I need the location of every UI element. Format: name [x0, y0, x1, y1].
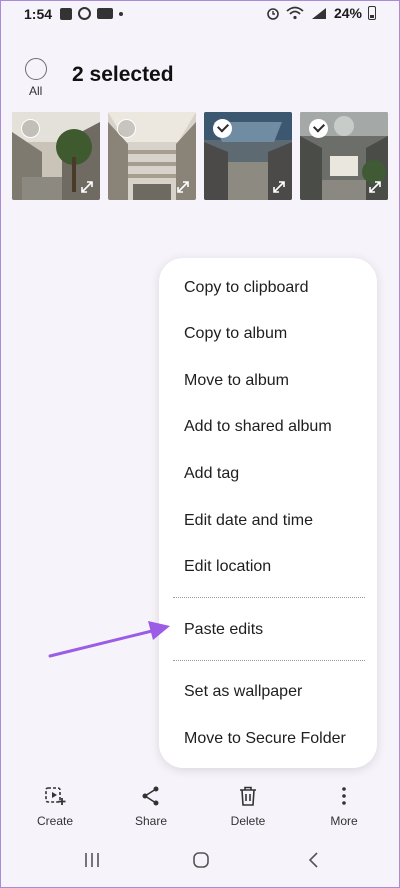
expand-icon[interactable] — [176, 180, 190, 194]
battery-icon — [368, 6, 376, 20]
share-icon — [142, 786, 159, 806]
more-notifications-icon — [119, 11, 123, 16]
menu-item-edit-date-and-time[interactable]: Edit date and time — [184, 512, 313, 530]
menu-item-copy-to-album[interactable]: Copy to album — [184, 325, 287, 343]
back-icon[interactable] — [304, 850, 324, 870]
menu-divider — [173, 660, 365, 661]
delete-button[interactable]: Delete — [213, 784, 283, 828]
trash-icon — [240, 786, 256, 806]
paytm-notification-icon — [97, 8, 113, 19]
menu-item-set-as-wallpaper[interactable]: Set as wallpaper — [184, 683, 302, 701]
menu-item-move-to-album[interactable]: Move to album — [184, 372, 289, 390]
expand-icon[interactable] — [80, 180, 94, 194]
expand-icon[interactable] — [272, 180, 286, 194]
create-icon — [45, 787, 66, 805]
home-icon[interactable] — [191, 850, 211, 870]
status-bar: 1:54 24% — [0, 0, 400, 30]
battery-percent: 24% — [333, 5, 362, 21]
photo-select-checkbox[interactable] — [21, 119, 40, 138]
menu-item-add-to-shared-album[interactable]: Add to shared album — [184, 418, 332, 436]
select-all-label: All — [29, 84, 43, 98]
photo-thumbnail[interactable] — [300, 112, 388, 200]
notification-icons — [60, 7, 123, 20]
wifi-icon — [286, 6, 304, 20]
menu-item-move-to-secure-folder[interactable]: Move to Secure Folder — [184, 730, 346, 748]
menu-item-add-tag[interactable]: Add tag — [184, 465, 239, 483]
photo-select-checkbox[interactable] — [117, 119, 136, 138]
create-button[interactable]: Create — [20, 784, 90, 828]
more-options-menu: Copy to clipboard Copy to album Move to … — [159, 258, 377, 768]
photo-thumbnail[interactable] — [108, 112, 196, 200]
recent-apps-icon[interactable] — [82, 850, 102, 870]
alarm-icon — [267, 8, 279, 20]
gallery-notification-icon — [60, 7, 72, 20]
delete-label: Delete — [230, 814, 266, 828]
create-label: Create — [36, 814, 74, 828]
share-button[interactable]: Share — [116, 784, 186, 828]
more-button[interactable]: More — [309, 784, 379, 828]
menu-item-paste-edits[interactable]: Paste edits — [184, 621, 263, 639]
photo-select-checkbox[interactable] — [213, 119, 232, 138]
menu-item-copy-to-clipboard[interactable]: Copy to clipboard — [184, 279, 309, 297]
photo-thumbnail[interactable] — [204, 112, 292, 200]
more-vertical-icon — [342, 787, 346, 805]
select-all-checkbox[interactable] — [25, 58, 47, 80]
photo-thumbnail[interactable] — [12, 112, 100, 200]
menu-item-edit-location[interactable]: Edit location — [184, 558, 271, 576]
more-label: More — [330, 814, 358, 828]
photo-grid — [12, 112, 388, 200]
system-navigation-bar — [0, 840, 400, 880]
bottom-action-bar: Create Share Delete More — [0, 784, 400, 828]
menu-divider — [173, 597, 365, 598]
whatsapp-notification-icon — [78, 7, 91, 20]
photo-select-checkbox[interactable] — [309, 119, 328, 138]
system-icons: 24% — [266, 5, 376, 21]
share-label: Share — [134, 814, 168, 828]
signal-icon — [311, 8, 326, 19]
expand-icon[interactable] — [368, 180, 382, 194]
selection-count-title: 2 selected — [72, 63, 174, 86]
status-time: 1:54 — [24, 6, 53, 22]
